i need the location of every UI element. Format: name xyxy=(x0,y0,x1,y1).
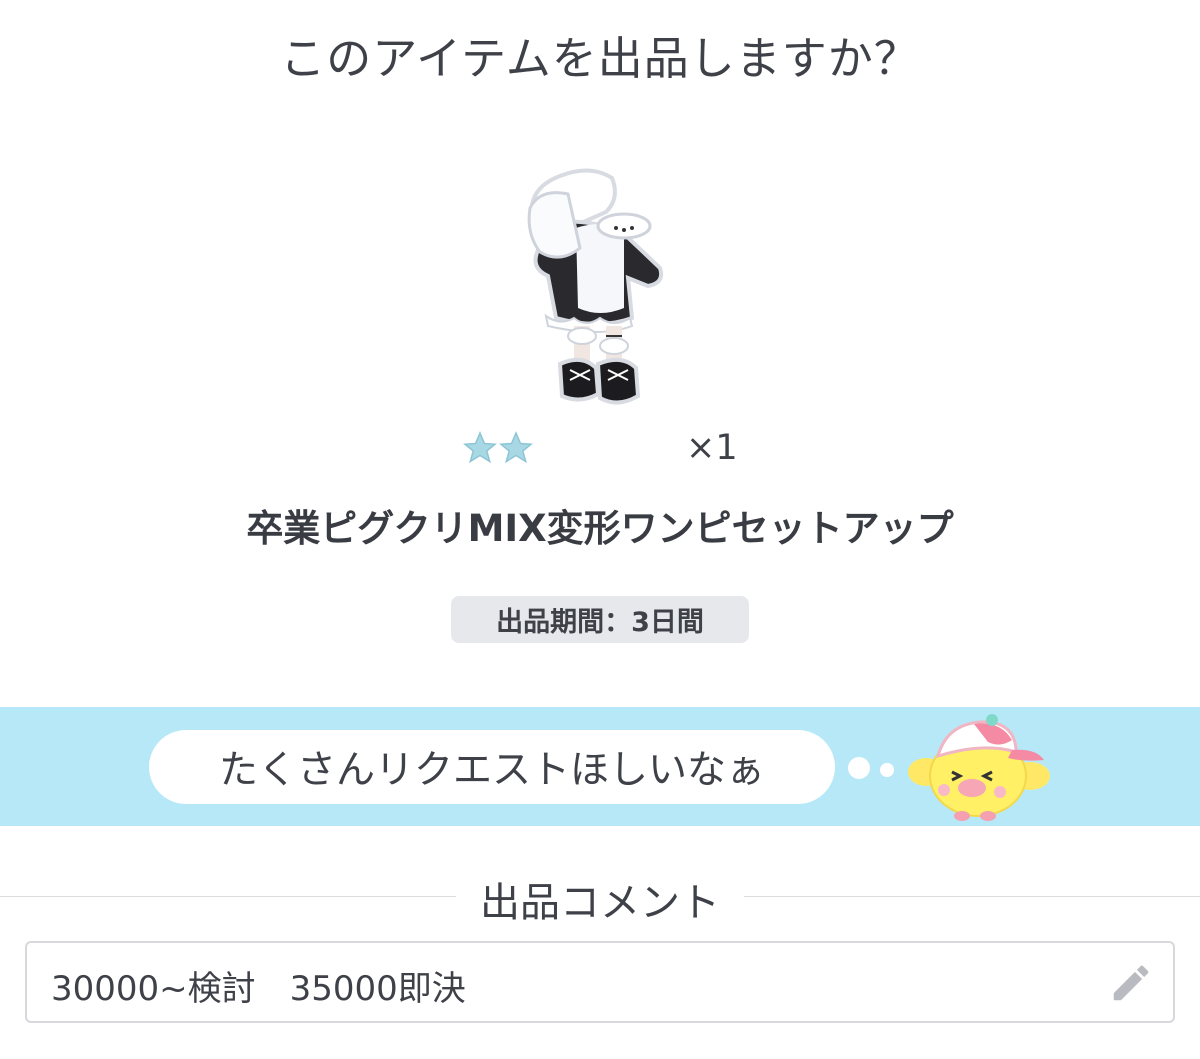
item-name: 卒業ピグクリMIX変形ワンピセットアップ xyxy=(246,507,954,550)
dialog-title: このアイテムを出品しますか？ xyxy=(280,32,920,85)
bubble-dot xyxy=(848,757,870,779)
star-icon xyxy=(463,431,497,464)
request-bubble: たくさんリクエストほしいなぁ xyxy=(149,730,835,804)
star-icon xyxy=(499,431,533,464)
chick-mascot-icon xyxy=(908,714,1050,821)
rarity-stars xyxy=(462,430,534,466)
comment-heading: 出品コメント xyxy=(480,880,720,926)
outfit-image xyxy=(527,168,664,405)
pencil-icon[interactable] xyxy=(1108,960,1154,1006)
request-message: たくさんリクエストほしいなぁ xyxy=(218,748,765,793)
comment-input[interactable]: 30000~検討 35000即決 xyxy=(25,941,1175,1023)
listing-period-label: 出品期間：3日間 xyxy=(496,607,704,638)
quantity-label: ×1 xyxy=(686,428,738,468)
bubble-dot xyxy=(880,763,894,777)
comment-value: 30000~検討 35000即決 xyxy=(51,969,466,1009)
listing-period-badge: 出品期間：3日間 xyxy=(451,596,749,643)
